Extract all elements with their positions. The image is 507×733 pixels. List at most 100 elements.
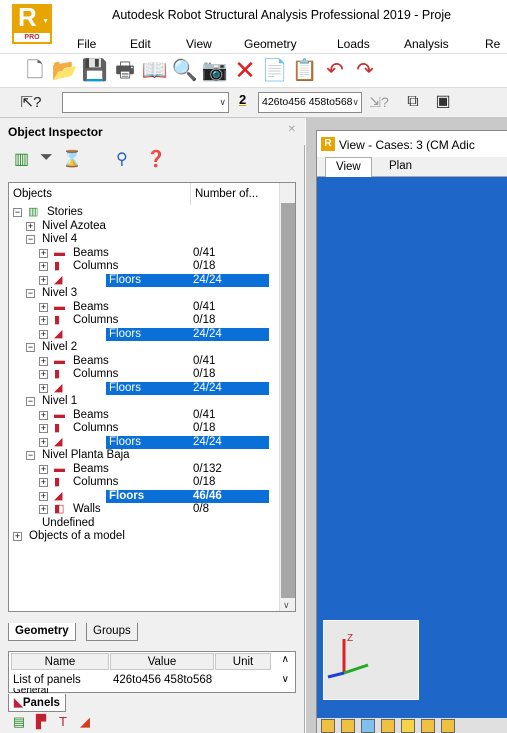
expand-icon[interactable]: + (39, 275, 48, 285)
tab-geometry[interactable]: Geometry (8, 623, 76, 641)
expand-icon[interactable]: + (39, 478, 48, 487)
collapse-icon[interactable]: − (26, 343, 35, 352)
object-type-select[interactable]: ∨ (62, 92, 229, 113)
expand-icon[interactable]: + (39, 424, 48, 433)
tree-row[interactable]: + ▮ Columns 0/18 (9, 422, 281, 436)
filter-icon[interactable]: ⏷ (40, 149, 53, 167)
expand-icon[interactable]: + (26, 221, 35, 231)
tree-row[interactable]: + ◢ Floors 24/24 (9, 273, 281, 287)
paste-icon[interactable]: 📋 (292, 57, 318, 83)
tree-row[interactable]: + ◢ Floors 46/46 (9, 489, 281, 503)
expand-icon[interactable]: + (13, 532, 22, 541)
tree-scrollbar[interactable]: ∨ (279, 183, 295, 611)
tree-row[interactable]: + ▬ Beams 0/41 (9, 355, 281, 369)
menu-geometry[interactable]: Geometry (244, 37, 297, 51)
tree-row[interactable]: + Objects of a model (9, 530, 281, 544)
menu-results[interactable]: Re (485, 37, 500, 51)
tree-row[interactable]: + ◢ Floors 24/24 (9, 381, 281, 395)
open-folder-icon[interactable]: 📂 (52, 57, 78, 83)
stories-filter-icon[interactable]: ▥ (14, 149, 29, 169)
expand-icon[interactable]: + (39, 316, 48, 325)
selection-help-icon[interactable]: ⇲? (366, 89, 392, 115)
expand-icon[interactable]: + (39, 464, 48, 474)
tree-row[interactable]: − ▥ Stories (9, 206, 281, 220)
tree-row[interactable]: + Nivel Azotea (9, 220, 281, 234)
expand-icon[interactable]: + (39, 302, 48, 312)
collapse-icon[interactable]: − (26, 451, 35, 460)
tree-row[interactable]: + ◧ Walls 0/8 (9, 503, 281, 517)
tree-row[interactable]: − Nivel Planta Baja (9, 449, 281, 463)
chevron-up-icon[interactable]: ∧ (282, 654, 289, 665)
stories-icon[interactable]: ▤ (10, 714, 28, 732)
tree-row[interactable]: + ▮ Columns 0/18 (9, 476, 281, 490)
expand-icon[interactable]: + (39, 505, 48, 514)
chevron-down-icon[interactable]: ∨ (283, 600, 290, 611)
print-preview-icon[interactable]: 🔍 (172, 57, 198, 83)
close-icon[interactable]: ✕ (288, 124, 296, 135)
tree-row[interactable]: + ▬ Beams 0/132 (9, 463, 281, 477)
scrollbar-thumb[interactable] (281, 203, 295, 598)
expand-icon[interactable]: + (39, 356, 48, 366)
expand-icon[interactable]: + (39, 491, 48, 501)
tab-plan[interactable]: Plan (379, 157, 422, 177)
tree-row[interactable]: + ▮ Columns 0/18 (9, 314, 281, 328)
print-icon[interactable]: 🖶 (112, 57, 138, 83)
help-icon[interactable]: ❓ (146, 149, 166, 169)
tab-groups[interactable]: Groups (86, 623, 138, 641)
tree-row[interactable]: − Nivel 1 (9, 395, 281, 409)
chevron-down-icon[interactable]: ∨ (282, 674, 289, 685)
tree-row[interactable]: + ▬ Beams 0/41 (9, 409, 281, 423)
tree-row[interactable]: − Nivel 2 (9, 341, 281, 355)
expand-icon[interactable]: + (39, 410, 48, 420)
view-layer-icon[interactable] (441, 719, 455, 733)
expand-icon[interactable]: + (39, 262, 48, 271)
expand-icon[interactable]: + (39, 370, 48, 379)
tree-row[interactable]: + ◢ Floors 24/24 (9, 435, 281, 449)
copy-icon[interactable]: 📄 (262, 57, 288, 83)
column-header-objects[interactable]: Objects (9, 183, 191, 205)
view-icon[interactable]: ▣ (430, 89, 456, 115)
tree-row[interactable]: + ▮ Columns 0/18 (9, 368, 281, 382)
expand-icon[interactable]: + (39, 329, 48, 339)
collapse-icon[interactable]: − (26, 289, 35, 298)
menu-view[interactable]: View (186, 37, 212, 51)
menu-loads[interactable]: Loads (337, 37, 370, 51)
view-xy-icon[interactable] (361, 719, 375, 733)
new-file-icon[interactable]: 🗋 (22, 57, 48, 83)
layer-number[interactable]: 2 (239, 92, 246, 107)
expand-icon[interactable]: + (39, 248, 48, 258)
expand-icon[interactable]: + (39, 437, 48, 447)
selection-combo[interactable]: 426to456 458to568 ∨ (258, 92, 362, 113)
tree-row[interactable]: + ▮ Columns 0/18 (9, 260, 281, 274)
view-display-icon[interactable] (401, 719, 415, 733)
view-xz-icon[interactable] (321, 719, 335, 733)
menu-edit[interactable]: Edit (130, 37, 151, 51)
tree-row[interactable]: − Nivel 4 (9, 233, 281, 247)
book-icon[interactable]: 📖 (142, 57, 168, 83)
clear-filter-icon[interactable]: ⌛ (62, 149, 82, 169)
tab-view[interactable]: View (325, 157, 372, 177)
model-canvas[interactable]: Z (317, 177, 507, 718)
tree-row[interactable]: + ▬ Beams 0/41 (9, 247, 281, 261)
expand-icon[interactable]: + (39, 383, 48, 393)
tree-row[interactable]: + ◢ Floors 24/24 (9, 327, 281, 341)
tree-row[interactable]: − Nivel 3 (9, 287, 281, 301)
view-axis-icon[interactable] (421, 719, 435, 733)
tree-row[interactable]: + ▬ Beams 0/41 (9, 301, 281, 315)
collapse-icon[interactable]: − (26, 235, 35, 244)
section-icon[interactable]: ▛ (32, 714, 50, 732)
column-section-icon[interactable]: T (54, 714, 72, 732)
search-icon[interactable]: ⚲ (116, 149, 128, 169)
menu-file[interactable]: File (77, 37, 96, 51)
context-help-icon[interactable]: ⇱? (18, 89, 44, 115)
screen-capture-icon[interactable]: 📷 (202, 57, 228, 83)
undo-icon[interactable]: ↶ (322, 57, 348, 83)
collapse-icon[interactable]: − (13, 208, 22, 217)
tree-row[interactable]: Undefined (9, 517, 281, 531)
floor-section-icon[interactable]: ◢ (76, 714, 94, 732)
collapse-icon[interactable]: − (26, 397, 35, 406)
column-header-number[interactable]: Number of... (191, 183, 281, 205)
view-yz-icon[interactable] (341, 719, 355, 733)
tab-panels[interactable]: ◣Panels (8, 694, 66, 712)
view-3d-icon[interactable] (381, 719, 395, 733)
